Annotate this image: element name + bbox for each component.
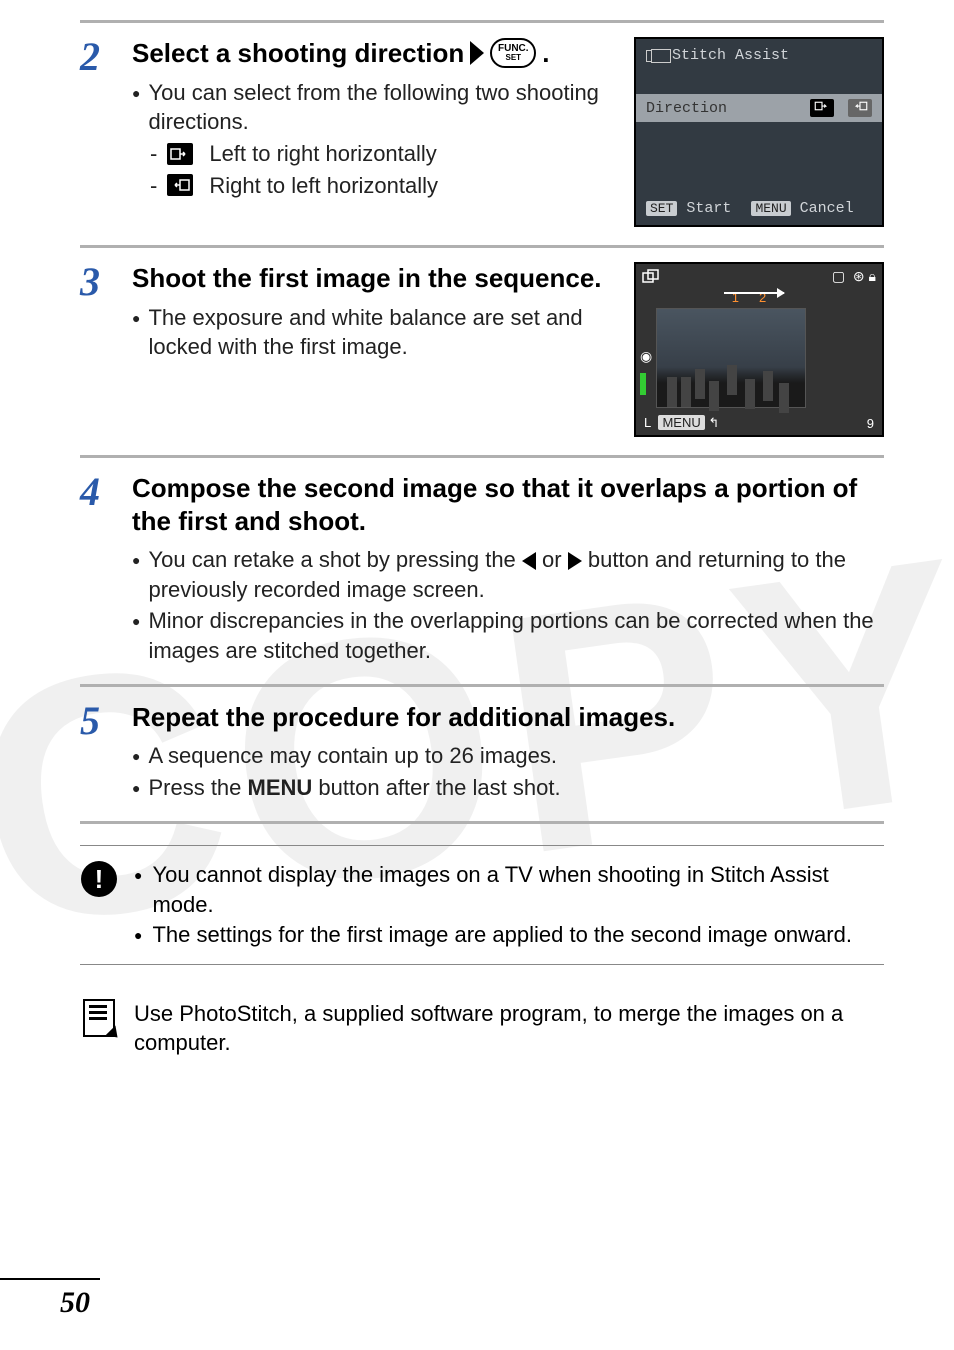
left-arrow-button-icon — [522, 552, 536, 570]
cancel-label: Cancel — [800, 200, 854, 217]
warn-text-2: The settings for the first image are app… — [152, 920, 852, 950]
warning-note: ! You cannot display the images on a TV … — [80, 845, 884, 964]
preview-image — [656, 308, 806, 408]
step-3-screenshot: ▢ ⊛ 🔒︎ 12 ◉ L MENU ↰ 9 — [634, 262, 884, 437]
sequence-arrow-icon — [724, 292, 784, 294]
warning-icon: ! — [81, 861, 117, 897]
period: . — [542, 37, 549, 70]
back-arrow-icon: ↰ — [708, 415, 719, 430]
step-2-sub2: Right to left horizontally — [150, 171, 614, 201]
step-5-bullet-2: Press the MENU button after the last sho… — [132, 773, 884, 803]
page-footer-line — [0, 1278, 100, 1280]
count-label: 9 — [867, 416, 874, 431]
step-3: 3 Shoot the first image in the sequence.… — [80, 245, 884, 458]
stitch-mode-icon — [642, 268, 662, 287]
step-number: 5 — [80, 701, 114, 804]
step-3-bullet: The exposure and white balance are set a… — [132, 303, 614, 362]
status-icons: ▢ ⊛ 🔒︎ — [832, 268, 876, 287]
func-set-button-icon: FUNC. SET — [490, 38, 536, 68]
step-5: 5 Repeat the procedure for additional im… — [80, 684, 884, 825]
step-4-title: Compose the second image so that it over… — [132, 472, 884, 537]
step-4-bullet-1: You can retake a shot by pressing the or… — [132, 545, 884, 604]
document-icon — [83, 999, 115, 1037]
step-number: 3 — [80, 262, 114, 437]
step-2-title-text: Select a shooting direction — [132, 37, 464, 70]
focus-bar-icon — [640, 373, 646, 395]
step-5-title: Repeat the procedure for additional imag… — [132, 701, 884, 734]
step-2: 2 Select a shooting direction FUNC. SET … — [80, 20, 884, 248]
triangle-right-icon — [470, 41, 484, 65]
step-2-screenshot: Stitch Assist Direction — [634, 37, 884, 227]
direction-rtl-icon — [848, 99, 872, 117]
step-4: 4 Compose the second image so that it ov… — [80, 455, 884, 687]
right-to-left-icon — [167, 174, 193, 196]
step-3-title: Shoot the first image in the sequence. — [132, 262, 614, 295]
warn-text-1: You cannot display the images on a TV wh… — [152, 860, 884, 919]
right-arrow-button-icon — [568, 552, 582, 570]
stitch-assist-icon — [646, 50, 664, 62]
menu-pill-2: MENU — [658, 415, 704, 430]
menu-pill: MENU — [751, 201, 790, 216]
set-pill: SET — [646, 201, 677, 216]
start-label: Start — [686, 200, 731, 217]
info-text: Use PhotoStitch, a supplied software pro… — [134, 999, 884, 1058]
lcd-title: Stitch Assist — [672, 47, 789, 64]
lcd-direction-label: Direction — [646, 100, 727, 117]
left-to-right-icon — [167, 143, 193, 165]
step-number: 4 — [80, 472, 114, 666]
step-2-bullet: You can select from the following two sh… — [132, 78, 614, 137]
flash-icon: ◉ — [640, 348, 652, 365]
page-number: 50 — [60, 1286, 90, 1320]
step-2-sub1: Left to right horizontally — [150, 139, 614, 169]
step-number: 2 — [80, 37, 114, 227]
step-4-bullet-2: Minor discrepancies in the overlapping p… — [132, 606, 884, 665]
step-5-bullet-1: A sequence may contain up to 26 images. — [132, 741, 884, 771]
step-2-title: Select a shooting direction FUNC. SET . — [132, 37, 614, 70]
info-note: Use PhotoStitch, a supplied software pro… — [80, 985, 884, 1072]
page-content: 2 Select a shooting direction FUNC. SET … — [0, 0, 954, 1072]
direction-ltr-icon — [810, 99, 834, 117]
l-label: L — [644, 415, 651, 430]
